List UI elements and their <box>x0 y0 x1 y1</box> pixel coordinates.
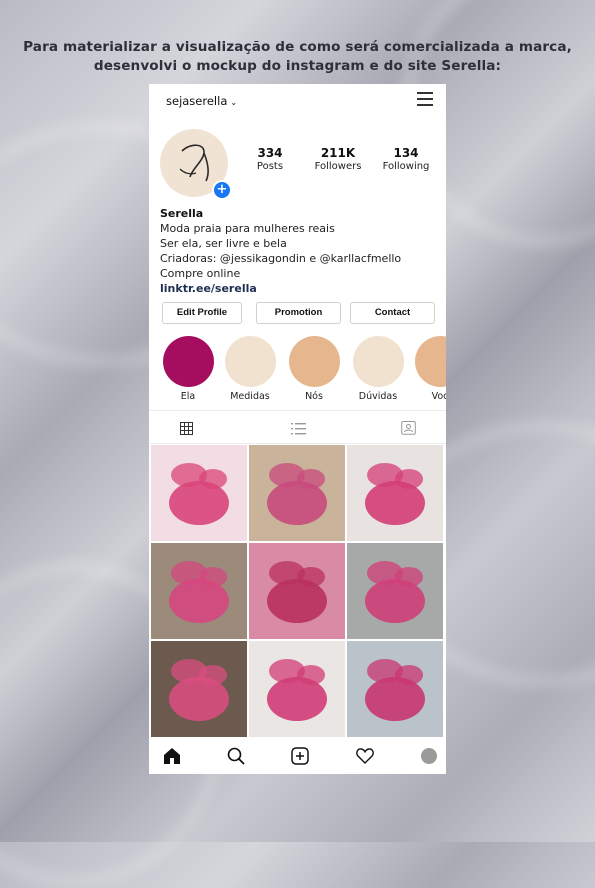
chevron-down-icon: ⌄ <box>230 98 238 107</box>
post-thumbnail[interactable] <box>151 445 247 541</box>
highlight-label: Dúvidas <box>358 391 398 402</box>
add-story-icon[interactable]: + <box>212 180 232 200</box>
bio-link[interactable]: linktr.ee/serella <box>160 281 440 296</box>
promotion-button[interactable]: Promotion <box>256 302 341 324</box>
post-thumbnail[interactable] <box>249 641 345 737</box>
new-post-icon[interactable] <box>291 747 309 769</box>
post-thumbnail[interactable] <box>249 445 345 541</box>
stat-following-label: Following <box>382 161 430 172</box>
highlight-label: Ela <box>180 391 196 402</box>
highlight-cover <box>414 336 446 387</box>
stat-following-value: 134 <box>393 146 419 160</box>
profile-header: sejaserella ⌄ <box>149 84 446 118</box>
caption-line-2: desenvolvi o mockup do instagram e do si… <box>93 58 502 74</box>
stat-posts-label: Posts <box>256 161 284 172</box>
bio-line: Criadoras: @jessikagondin e @karllacfmel… <box>160 252 402 265</box>
bottom-nav <box>149 738 446 774</box>
profile-icon[interactable] <box>420 747 438 769</box>
highlight-nos[interactable]: Nós <box>287 336 341 402</box>
post-thumbnail[interactable] <box>347 543 443 639</box>
post-thumbnail[interactable] <box>347 641 443 737</box>
caption-line-1: Para materializar a visualização de como… <box>23 39 572 55</box>
bio-line: Ser ela, ser livre e bela <box>160 237 287 250</box>
profile-name: Serella <box>160 207 204 220</box>
post-thumbnail[interactable] <box>249 543 345 639</box>
highlight-label: Nós <box>305 391 323 402</box>
menu-icon[interactable] <box>417 92 433 106</box>
grid-icon[interactable] <box>180 420 193 439</box>
highlight-medidas[interactable]: Medidas <box>223 336 277 402</box>
username: sejaserella <box>166 94 228 108</box>
contact-button[interactable]: Contact <box>350 302 435 324</box>
home-icon[interactable] <box>163 747 181 769</box>
caption: Para materializar a visualização de como… <box>0 38 595 76</box>
highlight-cover <box>352 336 404 387</box>
highlight-cover <box>224 336 276 387</box>
bio-line: Moda praia para mulheres reais <box>160 222 335 235</box>
stat-followers-value: 211K <box>320 146 356 160</box>
stat-followers-label: Followers <box>314 161 362 172</box>
highlight-label: Medidas <box>230 391 270 402</box>
highlight-cover <box>162 336 214 387</box>
highlight-voce[interactable]: Voc <box>413 336 446 402</box>
tagged-icon[interactable] <box>401 420 416 439</box>
stat-posts-value: 334 <box>257 146 283 160</box>
stat-posts[interactable]: 334 Posts <box>235 146 305 172</box>
highlight-ela[interactable]: Ela <box>161 336 215 402</box>
post-thumbnail[interactable] <box>151 641 247 737</box>
profile-tabs <box>149 410 446 444</box>
stat-following[interactable]: 134 Following <box>371 146 441 172</box>
search-icon[interactable] <box>227 747 245 769</box>
bio-line: Compre online <box>160 267 241 280</box>
edit-profile-button[interactable]: Edit Profile <box>162 302 242 324</box>
post-thumbnail[interactable] <box>151 543 247 639</box>
post-thumbnail[interactable] <box>347 445 443 541</box>
username-switcher[interactable]: sejaserella ⌄ <box>166 94 237 108</box>
highlight-duvidas[interactable]: Dúvidas <box>351 336 405 402</box>
bio: Serella Moda praia para mulheres reais S… <box>160 206 440 296</box>
activity-icon[interactable] <box>356 747 374 769</box>
list-icon[interactable] <box>291 420 306 439</box>
instagram-mockup: sejaserella ⌄ + 334 Posts 211K Followers … <box>149 84 446 774</box>
highlight-label: Voc <box>431 391 446 402</box>
highlight-cover <box>288 336 340 387</box>
stat-followers[interactable]: 211K Followers <box>303 146 373 172</box>
